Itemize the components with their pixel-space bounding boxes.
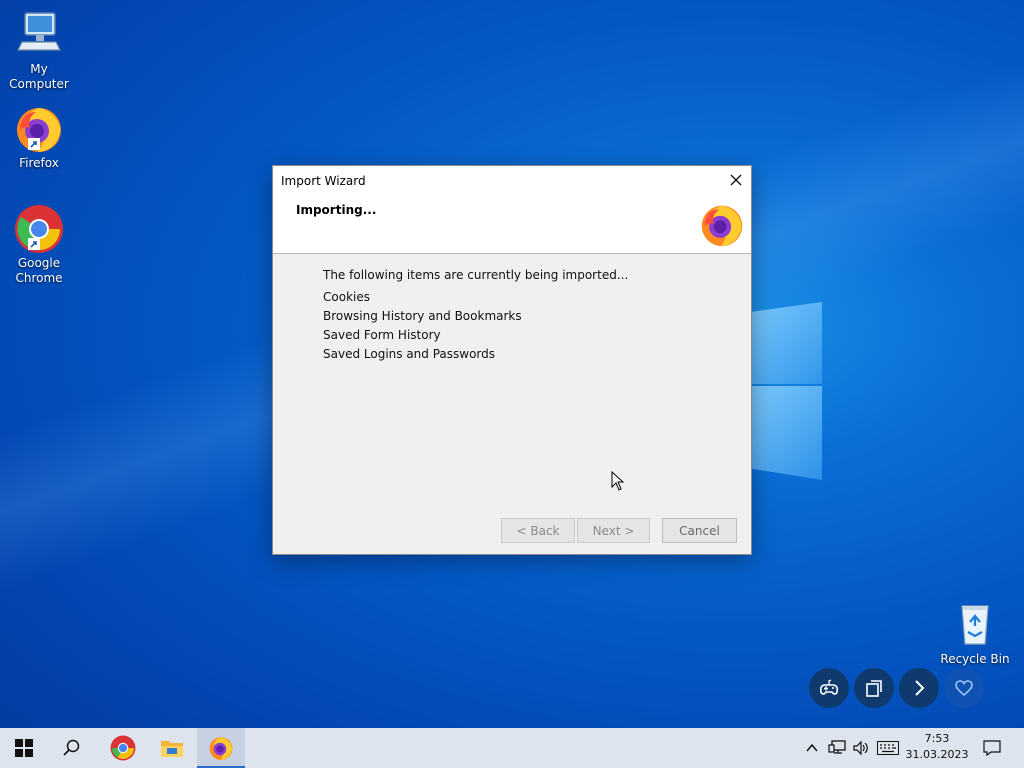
search-button[interactable] <box>48 728 96 768</box>
taskbar-firefox-button[interactable] <box>197 728 245 768</box>
dialog-heading: Importing... <box>296 203 377 217</box>
next-button[interactable]: Next > <box>577 518 650 543</box>
mouse-cursor-icon <box>611 471 625 491</box>
dialog-title: Import Wizard <box>281 174 366 188</box>
desktop-icon-label: Google Chrome <box>15 256 63 285</box>
import-wizard-dialog: Import Wizard Importing... The following… <box>272 165 752 555</box>
taskbar-file-explorer-button[interactable] <box>148 728 196 768</box>
import-item: Cookies <box>323 290 370 304</box>
taskbar: 7:53 31.03.2023 <box>0 728 1024 768</box>
desktop-icon-google-chrome[interactable]: Google Chrome <box>0 204 78 286</box>
keyboard-icon <box>877 741 899 755</box>
window-switch-icon <box>866 680 882 697</box>
chrome-icon <box>110 735 136 761</box>
notification-button[interactable] <box>978 728 1006 768</box>
clock-date: 31.03.2023 <box>905 748 969 761</box>
chevron-up-icon <box>806 743 818 752</box>
window-switch-button[interactable] <box>854 668 894 708</box>
file-explorer-icon <box>161 741 183 757</box>
start-icon <box>15 739 33 757</box>
desktop-icon-label: Firefox <box>19 156 59 170</box>
clock-time: 7:53 <box>924 732 950 745</box>
back-button[interactable]: < Back <box>501 518 575 543</box>
network-icon <box>828 740 846 754</box>
show-hidden-icons-button[interactable] <box>802 728 822 768</box>
close-button[interactable] <box>725 169 747 191</box>
volume-button[interactable] <box>850 728 872 768</box>
chevron-right-icon <box>915 680 925 696</box>
close-icon <box>730 174 742 186</box>
desktop-icon-label: My Computer <box>9 62 69 91</box>
computer-icon <box>0 10 78 60</box>
desktop-icon-label: Recycle Bin <box>940 652 1010 666</box>
desktop-icon-my-computer[interactable]: My Computer <box>0 10 78 92</box>
firefox-icon <box>14 104 64 154</box>
favorite-button[interactable] <box>944 668 984 708</box>
wallpaper-windows-logo <box>740 288 824 480</box>
search-icon <box>63 739 80 756</box>
import-item: Saved Form History <box>323 328 441 342</box>
firefox-logo-icon <box>699 202 745 248</box>
network-button[interactable] <box>826 728 848 768</box>
recycle-bin-icon <box>936 602 1014 650</box>
notification-icon <box>983 740 1001 756</box>
volume-icon <box>853 740 868 756</box>
gamepad-icon <box>819 679 839 695</box>
start-button[interactable] <box>0 728 48 768</box>
dialog-body: The following items are currently being … <box>323 268 628 366</box>
import-item: Saved Logins and Passwords <box>323 347 496 361</box>
chrome-icon <box>14 204 64 254</box>
taskbar-chrome-button[interactable] <box>99 728 147 768</box>
gamepad-button[interactable] <box>809 668 849 708</box>
desktop-icon-firefox[interactable]: Firefox <box>0 104 78 171</box>
cancel-button[interactable]: Cancel <box>662 518 737 543</box>
keyboard-button[interactable] <box>875 728 901 768</box>
next-control-button[interactable] <box>899 668 939 708</box>
heart-icon <box>955 680 973 697</box>
dialog-header: Import Wizard Importing... <box>273 166 751 254</box>
import-intro-text: The following items are currently being … <box>323 268 629 282</box>
desktop-icon-recycle-bin[interactable]: Recycle Bin <box>936 602 1014 667</box>
firefox-icon <box>209 737 233 760</box>
clock[interactable]: 7:53 31.03.2023 <box>900 731 974 763</box>
import-item: Browsing History and Bookmarks <box>323 309 522 323</box>
